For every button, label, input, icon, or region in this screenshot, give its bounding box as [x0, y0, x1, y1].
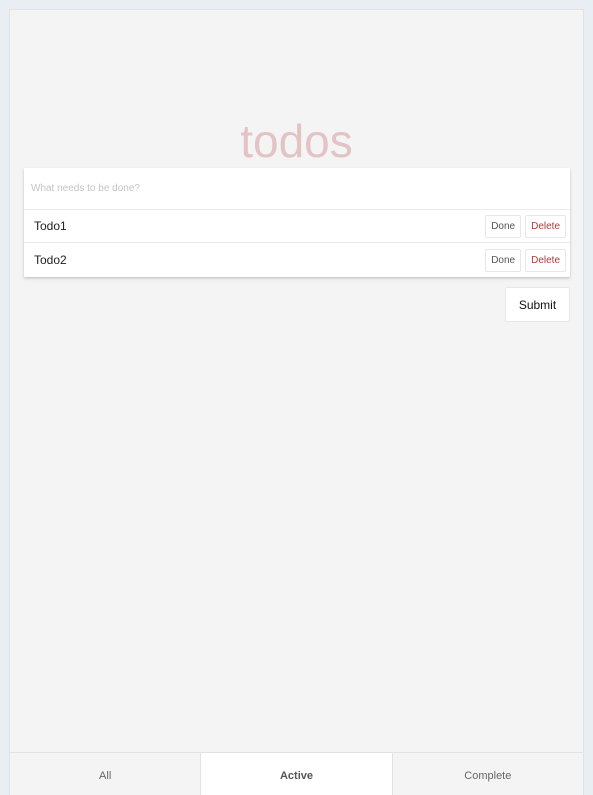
todo-item: Todo2 Done Delete	[24, 243, 570, 277]
page-title: todos	[240, 115, 353, 167]
filter-tabs: All Active Complete	[10, 752, 583, 795]
todo-label: Todo2	[34, 253, 67, 267]
todo-actions: Done Delete	[485, 248, 566, 272]
todo-item: Todo1 Done Delete	[24, 210, 570, 243]
done-button[interactable]: Done	[485, 214, 522, 238]
delete-button[interactable]: Delete	[525, 214, 566, 238]
tab-active[interactable]: Active	[200, 753, 392, 795]
todo-card: Todo1 Done Delete Todo2 Done Delete	[24, 168, 570, 277]
todo-actions: Done Delete	[485, 214, 566, 238]
app-frame: todos Todo1 Done Delete Todo2 Done Delet…	[9, 9, 584, 795]
done-button[interactable]: Done	[485, 248, 522, 272]
new-todo-input[interactable]	[24, 168, 570, 210]
tab-complete[interactable]: Complete	[391, 753, 583, 795]
tab-all[interactable]: All	[10, 753, 201, 795]
delete-button[interactable]: Delete	[525, 248, 566, 272]
submit-button[interactable]: Submit	[505, 287, 570, 322]
todo-label: Todo1	[34, 219, 67, 233]
